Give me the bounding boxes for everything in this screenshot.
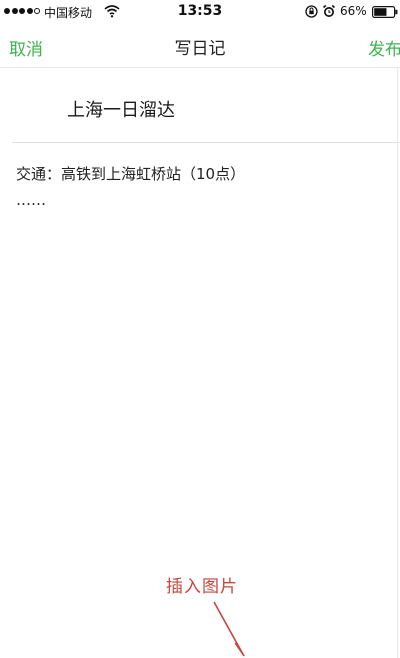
battery-icon xyxy=(372,6,398,18)
diary-body-field[interactable]: 交通：高铁到上海虹桥站（10点） …… xyxy=(16,161,386,213)
page-title: 写日记 xyxy=(174,39,226,59)
navigation-bar: 取消 写日记 发布 xyxy=(0,24,400,68)
title-divider xyxy=(12,142,400,143)
diary-title-field[interactable]: 上海一日溜达 xyxy=(67,96,175,122)
rotation-lock-icon xyxy=(305,5,318,18)
publish-button[interactable]: 发布 xyxy=(368,35,400,60)
annotation-arrow-icon xyxy=(213,601,245,657)
status-bar: 中国移动 13:53 66% xyxy=(0,0,400,24)
battery-percentage: 66% xyxy=(340,4,367,18)
diary-editor-screen: 中国移动 13:53 66% 取消 写日记 发布 上海一日溜达 交通：高铁到上海… xyxy=(0,0,400,658)
edge-divider xyxy=(397,68,398,658)
insert-image-annotation: 插入图片 xyxy=(166,577,238,597)
alarm-icon xyxy=(322,4,336,17)
